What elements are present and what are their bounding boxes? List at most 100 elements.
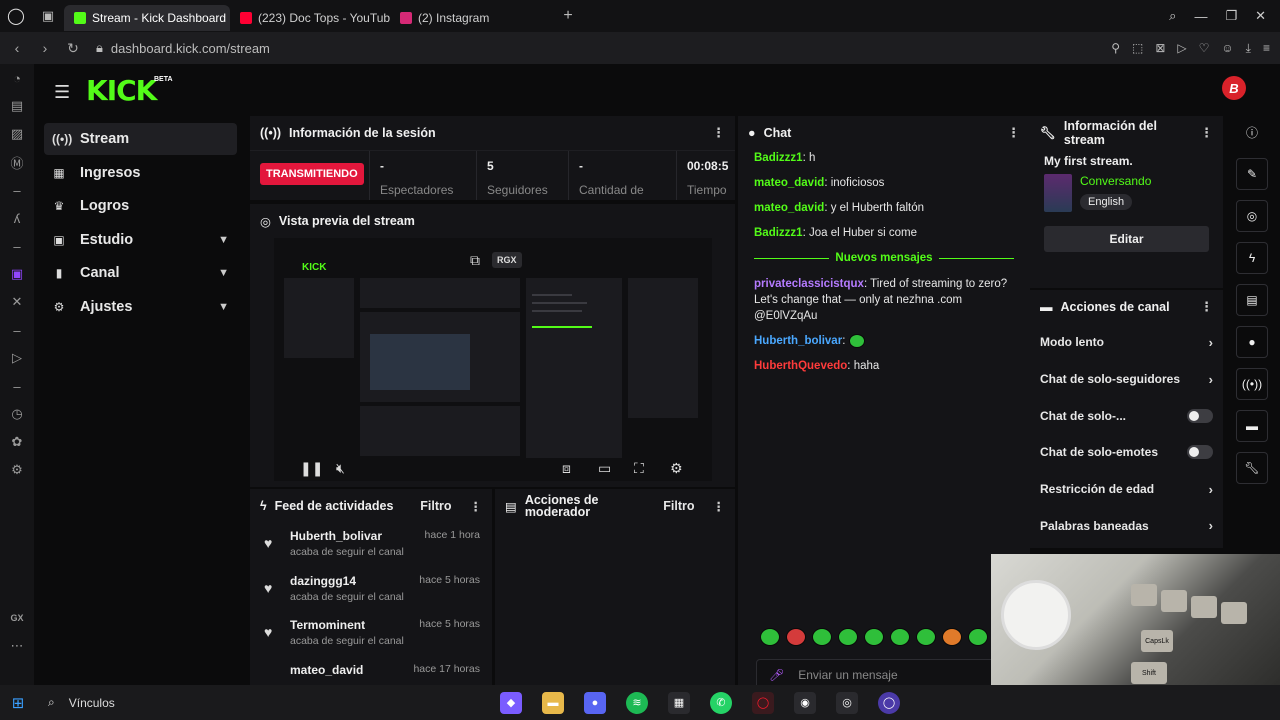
emote-icon[interactable] <box>864 628 884 646</box>
close-icon[interactable]: ✕ <box>1255 8 1266 24</box>
news-icon[interactable]: ▤ <box>0 92 34 120</box>
hamburger-icon[interactable]: ☰ <box>54 82 70 103</box>
category-name[interactable]: Conversando <box>1080 174 1151 188</box>
minimize-icon[interactable]: — <box>1194 9 1207 24</box>
extensions-icon[interactable]: ✿ <box>0 428 34 456</box>
more-icon[interactable]: ⋯ <box>0 632 34 660</box>
filter-button[interactable]: Filtro <box>420 499 451 513</box>
pin-icon[interactable]: ⚲ <box>1111 41 1120 55</box>
emote-icon[interactable] <box>968 628 988 646</box>
chat-username[interactable]: mateo_david <box>754 202 824 214</box>
spotify-icon[interactable]: ≋ <box>626 691 648 714</box>
emote-icon[interactable] <box>838 628 858 646</box>
snapshot-icon[interactable]: ⬚ <box>1132 41 1143 55</box>
messenger-icon[interactable]: Ⓜ <box>0 148 34 176</box>
broadcast-icon[interactable]: ((•)) <box>1236 368 1268 400</box>
forward-icon[interactable]: › <box>34 40 56 56</box>
filter-button[interactable]: Filtro <box>663 499 694 513</box>
pip-mode-icon[interactable]: ⧈ <box>562 460 571 477</box>
more-options-icon[interactable]: ⋮ <box>712 125 725 141</box>
discord-icon[interactable]: ● <box>584 691 606 714</box>
nav-item-ingresos[interactable]: ▦ Ingresos <box>44 157 237 189</box>
nav-item-estudio[interactable]: ▣ Estudio ▼ <box>44 224 237 256</box>
nav-item-canal[interactable]: ▮ Canal ▼ <box>44 257 237 289</box>
subscribers-only-toggle[interactable] <box>1187 408 1213 423</box>
search-icon[interactable]: ⌕ <box>1169 8 1176 24</box>
ai-icon[interactable]: ʎ <box>0 204 34 232</box>
browser-tab-youtube[interactable]: (223) Doc Tops - YouTub <box>230 5 390 31</box>
gx-icon[interactable]: GX <box>0 604 34 632</box>
whatsapp-icon[interactable]: ✆ <box>710 691 732 714</box>
back-icon[interactable]: ‹ <box>6 40 28 56</box>
pip-icon[interactable]: ⧉ <box>470 252 480 269</box>
emote-icon[interactable] <box>916 628 936 646</box>
chat-icon[interactable]: ● <box>1236 326 1268 358</box>
flow-icon[interactable]: ▷ <box>1177 41 1186 55</box>
browser-tab-instagram[interactable]: (2) Instagram <box>390 5 550 31</box>
url-field[interactable]: 🔒︎ dashboard.kick.com/stream <box>96 40 270 56</box>
pencil-icon[interactable]: ✎ <box>1236 158 1268 190</box>
pause-icon[interactable]: ❚❚ <box>300 460 323 477</box>
new-messages-divider[interactable]: Nuevos mensajes <box>754 250 1015 266</box>
chrome-icon[interactable]: ◎ <box>836 691 858 714</box>
kick-logo[interactable]: KICK <box>86 74 157 107</box>
opera-logo-icon[interactable]: ◯ <box>0 0 32 32</box>
browser-tab-kick[interactable]: Stream - Kick Dashboard ✕ <box>64 4 230 31</box>
chat-username[interactable]: HuberthQuevedo <box>754 360 847 372</box>
chat-username[interactable]: Badizzz1 <box>754 152 803 164</box>
maximize-icon[interactable]: ❐ <box>1225 8 1237 24</box>
more-options-icon[interactable]: ⋮ <box>1200 299 1213 315</box>
channel-action-slow-mode[interactable]: Modo lento › <box>1030 324 1223 361</box>
heart-icon[interactable]: ♡ <box>1199 41 1210 55</box>
taskbar-search[interactable]: ⌕ Vínculos <box>48 695 115 710</box>
document-icon[interactable]: ▤ <box>1236 284 1268 316</box>
profile-icon[interactable]: ☺ <box>1221 41 1233 55</box>
emote-icon[interactable] <box>786 628 806 646</box>
emote-icon[interactable] <box>760 628 780 646</box>
info-icon[interactable]: ⓘ <box>1236 116 1268 148</box>
store-icon[interactable]: ▦ <box>668 691 690 714</box>
more-options-icon[interactable]: ⋮ <box>1007 125 1020 141</box>
settings-icon[interactable]: ⚙ <box>0 456 34 484</box>
channel-icon[interactable]: ▬ <box>1236 410 1268 442</box>
emote-icon[interactable] <box>812 628 832 646</box>
nav-item-stream[interactable]: ((•)) Stream <box>44 123 237 155</box>
chat-username[interactable]: mateo_david <box>754 177 824 189</box>
reload-icon[interactable]: ↻ <box>62 40 84 57</box>
nav-item-logros[interactable]: ♛ Logros <box>44 190 237 222</box>
nav-item-ajustes[interactable]: ⚙ Ajustes ▼ <box>44 291 237 323</box>
obs-icon[interactable]: ◉ <box>794 691 816 714</box>
wrench-icon[interactable]: 🔧︎ <box>1236 452 1268 484</box>
chat-username[interactable]: privateclassicistqux <box>754 278 864 290</box>
edit-button[interactable]: Editar <box>1044 226 1209 252</box>
settings-icon[interactable]: ⚙ <box>670 460 683 477</box>
speed-dial-icon[interactable]: ◔ <box>0 64 34 92</box>
mute-icon[interactable]: 🔇︎ <box>336 460 345 477</box>
menu-icon[interactable]: ≡ <box>1263 41 1270 55</box>
lightning-icon[interactable]: ϟ <box>1236 242 1268 274</box>
twitch-icon[interactable]: ▣ <box>0 260 34 288</box>
channel-action-followers-only[interactable]: Chat de solo-seguidores › <box>1030 361 1223 398</box>
channel-action-banned-words[interactable]: Palabras baneadas › <box>1030 507 1223 544</box>
more-options-icon[interactable]: ⋮ <box>1200 125 1213 141</box>
more-options-icon[interactable]: ⋮ <box>470 499 483 514</box>
fullscreen-icon[interactable]: ⛶ <box>634 460 644 477</box>
copilot-icon[interactable]: ◆ <box>500 691 522 714</box>
player-icon[interactable]: ▷ <box>0 344 34 372</box>
tab-overview-icon[interactable]: ▣ <box>32 8 64 24</box>
more-options-icon[interactable]: ⋮ <box>713 499 726 514</box>
app-icon[interactable]: ◯ <box>878 691 900 714</box>
video-player[interactable]: KICK RGX ⧉ ❚❚ 🔇︎ ⧈ ▭ ⛶ ⚙ <box>274 238 712 481</box>
new-tab-icon[interactable]: + <box>554 7 582 25</box>
download-icon[interactable]: ⤓ <box>1246 41 1251 56</box>
x-icon[interactable]: ✕ <box>0 288 34 316</box>
emote-icon[interactable] <box>942 628 962 646</box>
camera-icon[interactable]: ◎ <box>1236 200 1268 232</box>
microphone-icon[interactable]: 🎤︎ <box>769 668 784 682</box>
opera-gx-icon[interactable]: ◯ <box>752 691 774 714</box>
chat-username[interactable]: Badizzz1 <box>754 227 803 239</box>
theater-icon[interactable]: ▭ <box>598 460 611 477</box>
emote-icon[interactable] <box>890 628 910 646</box>
block-icon[interactable]: ⊠ <box>1155 41 1165 55</box>
channel-action-age-restriction[interactable]: Restricción de edad › <box>1030 471 1223 508</box>
